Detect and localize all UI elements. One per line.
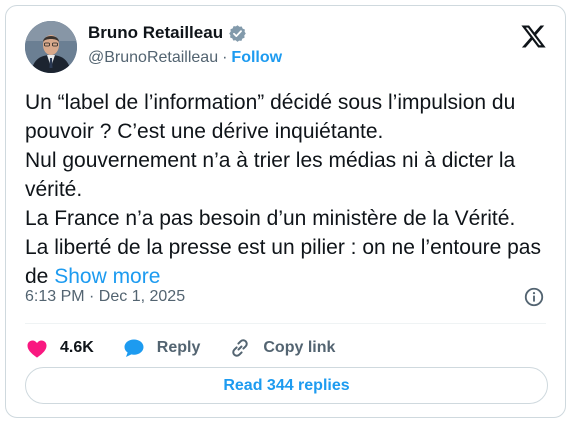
x-logo-icon[interactable] xyxy=(520,23,547,50)
author-handle[interactable]: @BrunoRetailleau xyxy=(88,49,218,67)
divider xyxy=(25,323,546,324)
action-bar: 4.6K Reply Copy link xyxy=(25,333,363,363)
reply-label: Reply xyxy=(156,339,201,356)
info-icon[interactable] xyxy=(523,286,545,308)
author-name[interactable]: Bruno Retailleau xyxy=(88,23,223,43)
avatar[interactable] xyxy=(25,21,77,73)
reply-bubble-icon xyxy=(124,339,144,357)
avatar-image xyxy=(25,21,77,73)
tweet-timestamp[interactable]: 6:13 PM · Dec 1, 2025 xyxy=(25,288,185,306)
follow-button[interactable]: Follow xyxy=(231,49,282,67)
reply-button[interactable]: Reply xyxy=(122,336,201,360)
tweet-card: Bruno Retailleau @BrunoRetailleau · Foll… xyxy=(5,5,566,418)
heart-icon xyxy=(27,340,47,358)
read-replies-button[interactable]: Read 344 replies xyxy=(25,367,548,404)
author-name-row: Bruno Retailleau xyxy=(88,23,247,43)
tweet-text-block: Un “label de l’information” décidé sous … xyxy=(25,88,555,291)
copy-link-button[interactable]: Copy link xyxy=(228,336,335,360)
show-more-link[interactable]: Show more xyxy=(54,265,160,288)
link-icon xyxy=(232,339,249,357)
copy-link-label: Copy link xyxy=(263,339,336,356)
separator-dot: · xyxy=(222,49,228,66)
verified-badge-icon xyxy=(229,24,246,42)
author-handle-row: @BrunoRetailleau · Follow xyxy=(88,49,282,67)
tweet-text: Un “label de l’information” décidé sous … xyxy=(25,91,541,288)
like-count: 4.6K xyxy=(60,339,94,356)
like-button[interactable]: 4.6K xyxy=(25,336,94,360)
